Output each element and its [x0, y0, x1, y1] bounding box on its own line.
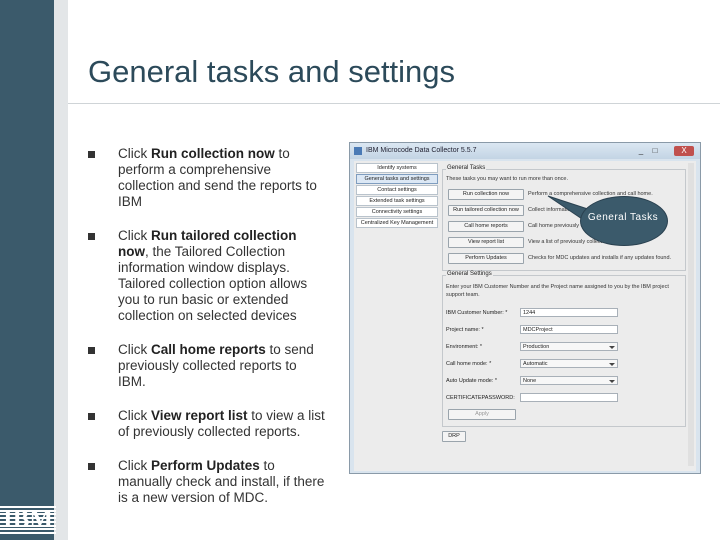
callout-text: General Tasks [587, 212, 659, 223]
callout-pointer [547, 195, 598, 224]
